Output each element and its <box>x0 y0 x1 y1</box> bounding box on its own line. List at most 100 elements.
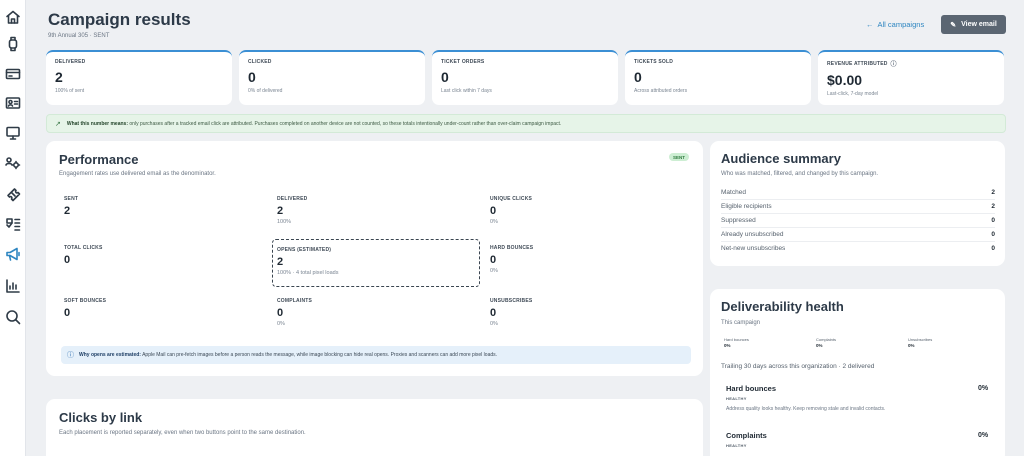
health-item-title: Complaints <box>726 431 767 440</box>
audience-row-value: 2 <box>991 189 995 196</box>
metric-hard-bounces: HARD BOUNCES 0 0% <box>490 245 533 274</box>
banner-bold: What this number means: <box>66 120 128 127</box>
stat-card-tickets-sold: TICKETS SOLD 0 Across attributed orders <box>625 50 811 105</box>
card-icon[interactable] <box>4 65 22 83</box>
metric-note: 100% · 4 total pixel loads <box>277 270 339 276</box>
search-chat-icon[interactable] <box>4 308 22 326</box>
metric-value: 0 <box>490 307 497 319</box>
metric-value: 0 <box>277 307 284 319</box>
metric-complaints: COMPLAINTS 0 0% <box>277 298 312 327</box>
stat-value: 0 <box>248 69 256 85</box>
audience-row-label: Eligible recipients <box>721 203 772 210</box>
metric-label: COMPLAINTS <box>277 298 313 304</box>
stat-label: TICKETS SOLD <box>634 59 674 65</box>
audience-row-value: 0 <box>991 231 995 238</box>
view-email-button[interactable]: ✎ View email <box>941 15 1006 34</box>
stat-value: 2 <box>55 69 63 85</box>
stat-value: 0 <box>441 69 449 85</box>
back-link-label: All campaigns <box>877 20 925 29</box>
all-campaigns-link[interactable]: ← All campaigns <box>866 20 924 29</box>
clicks-title: Clicks by link <box>59 410 143 425</box>
metric-label: HARD BOUNCES <box>490 245 534 251</box>
chart-icon[interactable] <box>4 277 22 295</box>
audience-row: Suppressed 0 <box>721 217 995 224</box>
audience-row: Already unsubscribed 0 <box>721 231 995 238</box>
audience-subtitle: Who was matched, filtered, and changed b… <box>721 171 879 177</box>
metric-unsubscribes: UNSUBSCRIBES 0 0% <box>490 298 532 327</box>
watch-icon[interactable] <box>4 35 22 53</box>
mini-value: 0% <box>724 343 731 348</box>
row-divider <box>721 199 995 200</box>
deliverability-subtitle: This campaign <box>721 320 761 326</box>
row-divider <box>721 227 995 228</box>
page-subtitle: 9th Annual 305 · SENT <box>48 33 110 39</box>
audience-title: Audience summary <box>721 151 841 166</box>
metric-delivered: DELIVERED 2 100% <box>277 196 307 225</box>
clicks-card <box>46 399 703 456</box>
stat-note: Last-click, 7-day model <box>827 91 879 97</box>
metric-value: 0 <box>490 205 497 217</box>
metric-label: TOTAL CLICKS <box>64 245 103 251</box>
metric-note: 100% <box>277 219 292 225</box>
health-item-status: HEALTHY <box>726 443 747 448</box>
settings-group-icon[interactable] <box>4 154 22 172</box>
stat-note: 100% of sent <box>55 88 85 94</box>
audience-row-label: Net-new unsubscribes <box>721 245 786 252</box>
deliverability-title: Deliverability health <box>721 299 844 314</box>
performance-subtitle: Engagement rates use delivered email as … <box>59 171 216 177</box>
stat-card-delivered: DELIVERED 2 100% of sent <box>46 50 232 105</box>
audience-row-value: 0 <box>991 217 995 224</box>
contact-card-icon[interactable] <box>4 94 22 112</box>
clicks-subtitle: Each placement is reported separately, e… <box>59 430 306 436</box>
mini-label: Hard bounces <box>724 337 749 342</box>
mini-value: 0% <box>816 343 823 348</box>
megaphone-icon[interactable] <box>4 245 22 263</box>
health-item-status: HEALTHY <box>726 396 747 401</box>
metric-sent: SENT 2 <box>64 196 78 217</box>
metric-value: 0 <box>64 254 71 266</box>
mini-stat-complaints: Complaints 0% <box>816 337 836 348</box>
stat-note: Across attributed orders <box>634 88 688 94</box>
stat-card-ticket-orders: TICKET ORDERS 0 Last click within 7 days <box>432 50 618 105</box>
info-bold: Why opens are estimated: <box>79 352 141 358</box>
stat-note: Last click within 7 days <box>441 88 492 94</box>
audience-row: Matched 2 <box>721 189 995 196</box>
metric-label: SENT <box>64 196 79 202</box>
audience-row: Net-new unsubscribes 0 <box>721 245 995 252</box>
metric-label: SOFT BOUNCES <box>64 298 107 304</box>
metric-soft-bounces: SOFT BOUNCES 0 <box>64 298 106 319</box>
stat-card-revenue: REVENUE ATTRIBUTED ⓘ $0.00 Last-click, 7… <box>818 50 1004 105</box>
metric-label: OPENS (ESTIMATED) <box>277 247 332 253</box>
info-icon: ⓘ <box>67 352 74 359</box>
info-icon[interactable]: ⓘ <box>891 59 897 68</box>
status-badge: SENT <box>669 153 689 161</box>
mini-stat-hard-bounces: Hard bounces 0% <box>724 337 749 348</box>
metric-value: 2 <box>277 256 284 268</box>
metric-value: 2 <box>64 205 71 217</box>
ticket-icon[interactable] <box>4 185 22 203</box>
audience-row-label: Already unsubscribed <box>721 231 784 238</box>
main-content: Campaign results 9th Annual 305 · SENT ←… <box>34 0 1018 456</box>
metric-value: 0 <box>64 307 71 319</box>
metric-note: 0% <box>490 268 498 274</box>
trailing-summary: Trailing 30 days across this organizatio… <box>721 363 875 370</box>
sidebar <box>0 0 26 456</box>
page-title: Campaign results <box>48 10 191 29</box>
metric-unique-clicks: UNIQUE CLICKS 0 0% <box>490 196 532 225</box>
view-email-label: View email <box>961 21 997 28</box>
metric-note: 0% <box>490 219 498 225</box>
list-icon[interactable] <box>4 215 22 233</box>
health-item-value: 0% <box>978 432 989 439</box>
metric-value: 0 <box>490 254 497 266</box>
monitor-icon[interactable] <box>4 124 22 142</box>
performance-title: Performance <box>59 152 139 167</box>
health-item-desc: Address quality looks healthy. Keep remo… <box>726 406 886 412</box>
audience-row-label: Suppressed <box>721 217 756 224</box>
metric-label: UNSUBSCRIBES <box>490 298 533 304</box>
mini-label: Complaints <box>816 337 837 342</box>
home-icon[interactable] <box>4 8 22 26</box>
metric-label: UNIQUE CLICKS <box>490 196 533 202</box>
audience-row-value: 2 <box>991 203 995 210</box>
metric-total-clicks: TOTAL CLICKS 0 <box>64 245 103 266</box>
metric-note: 0% <box>490 321 498 327</box>
